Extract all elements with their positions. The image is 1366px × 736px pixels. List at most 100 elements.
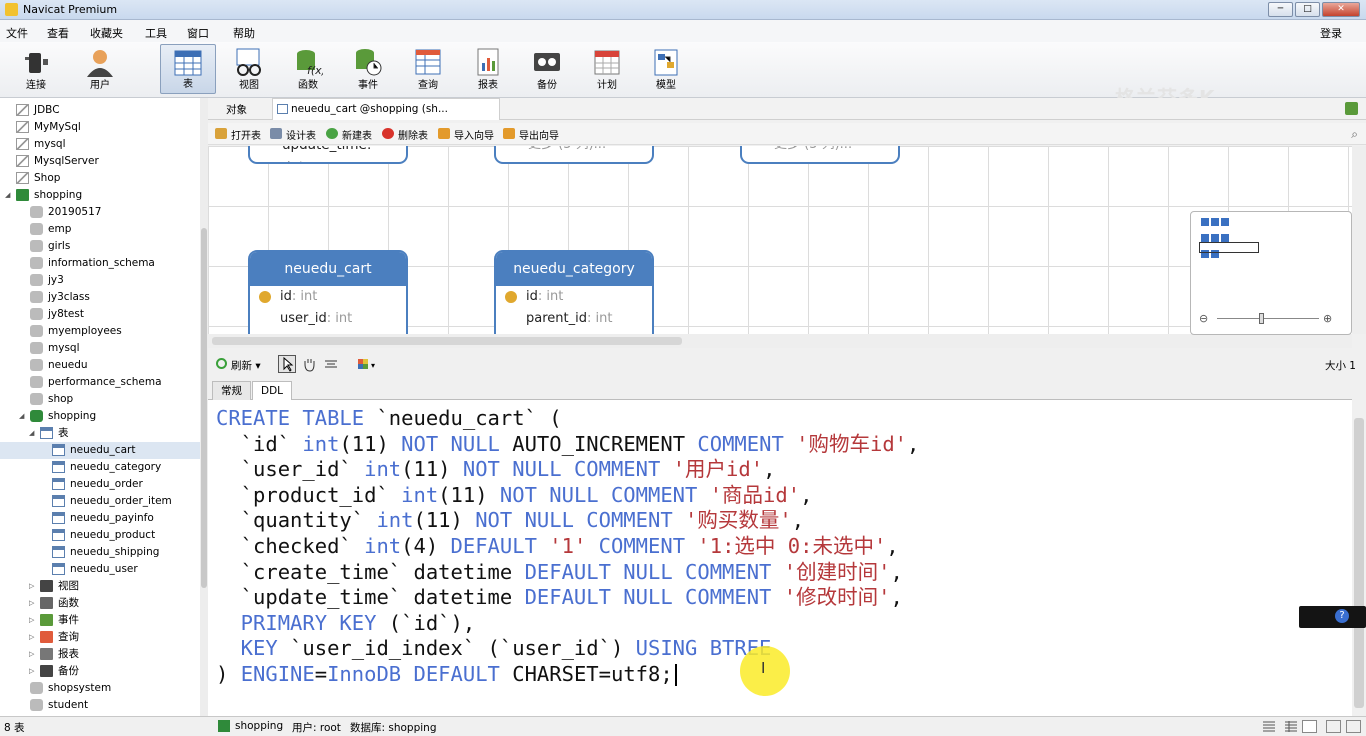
tab-ddl[interactable]: DDL: [252, 381, 293, 401]
zoom-in-icon[interactable]: ⊕: [1323, 312, 1332, 325]
sidebar-item[interactable]: MyMySql: [0, 119, 200, 136]
model-button[interactable]: 模型: [638, 44, 694, 94]
schedule-button[interactable]: 计划: [579, 44, 635, 94]
list-view-icon[interactable]: [1262, 720, 1277, 733]
sidebar-item[interactable]: neuedu_payinfo: [0, 510, 200, 527]
panel-view-2-icon[interactable]: [1346, 720, 1361, 733]
sidebar-item[interactable]: shop: [0, 391, 200, 408]
user-button[interactable]: 用户: [72, 44, 128, 94]
sidebar-item[interactable]: ◢ shopping: [0, 408, 200, 425]
login-link[interactable]: 登录: [1320, 25, 1342, 41]
import-wizard-button[interactable]: 导入向导: [438, 127, 494, 142]
sidebar-scrollbar[interactable]: [200, 98, 208, 716]
canvas-vertical-scrollbar[interactable]: [1352, 146, 1366, 334]
sidebar-item[interactable]: mysql: [0, 136, 200, 153]
floating-help-control[interactable]: ?: [1299, 606, 1366, 628]
sidebar-item[interactable]: information_schema: [0, 255, 200, 272]
sidebar-item[interactable]: shopsystem: [0, 680, 200, 697]
backup-button[interactable]: 备份: [519, 44, 575, 94]
menu-favorites[interactable]: 收藏夹: [90, 25, 123, 41]
menu-view[interactable]: 查看: [47, 25, 69, 41]
tab-general[interactable]: 常规: [212, 381, 251, 400]
sidebar-item[interactable]: neuedu_order: [0, 476, 200, 493]
sidebar-item[interactable]: ▷ 备份: [0, 663, 200, 680]
pointer-tool[interactable]: [278, 355, 296, 373]
zoom-size-label[interactable]: 大小 1: [1325, 358, 1356, 373]
er-diagram-canvas[interactable]: update_time: dat... 更多 (5 列)... 更多 (5 列)…: [208, 146, 1352, 334]
tab-neuedu-cart[interactable]: neuedu_cart @shopping (sh...: [272, 98, 500, 120]
sidebar-item[interactable]: ▷ 函数: [0, 595, 200, 612]
ddl-scrollbar[interactable]: [1352, 378, 1366, 716]
color-tool[interactable]: ▾: [356, 355, 375, 373]
menu-help[interactable]: 帮助: [233, 25, 255, 41]
query-button[interactable]: 查询: [400, 44, 456, 94]
sidebar-item[interactable]: neuedu_cart: [0, 442, 200, 459]
sidebar-item[interactable]: ◢ 表: [0, 425, 200, 442]
delete-table-button[interactable]: 删除表: [382, 127, 428, 142]
expander-icon[interactable]: ▷: [29, 629, 34, 646]
layout-tool[interactable]: [322, 355, 340, 373]
er-table-neuedu-cart[interactable]: neuedu_cart id: int user_id: int: [248, 250, 408, 334]
expander-icon[interactable]: ▷: [29, 595, 34, 612]
canvas-horizontal-scrollbar[interactable]: [208, 334, 1352, 348]
zoom-slider[interactable]: ⊖ ⊕: [1199, 312, 1345, 326]
expander-icon[interactable]: ▷: [29, 578, 34, 595]
report-button[interactable]: 报表: [460, 44, 516, 94]
tab-objects[interactable]: 对象: [226, 102, 247, 117]
menu-file[interactable]: 文件: [6, 25, 28, 41]
event-button[interactable]: 事件: [340, 44, 396, 94]
sidebar-item[interactable]: neuedu: [0, 357, 200, 374]
sidebar-item[interactable]: jy3: [0, 272, 200, 289]
maximize-button[interactable]: □: [1295, 2, 1320, 17]
zoom-out-icon[interactable]: ⊖: [1199, 312, 1208, 325]
expander-icon[interactable]: ▷: [29, 612, 34, 629]
connect-button[interactable]: 连接: [8, 44, 64, 94]
sidebar-item[interactable]: neuedu_product: [0, 527, 200, 544]
expander-icon[interactable]: ◢: [19, 408, 24, 425]
sidebar-item[interactable]: student: [0, 697, 200, 714]
sidebar-item[interactable]: neuedu_user: [0, 561, 200, 578]
sidebar-item[interactable]: neuedu_order_item: [0, 493, 200, 510]
er-table-fragment[interactable]: 更多 (5 列)...: [740, 146, 900, 164]
er-table-neuedu-category[interactable]: neuedu_category id: int parent_id: int: [494, 250, 654, 334]
search-icon[interactable]: ⌕: [1351, 127, 1358, 142]
function-button[interactable]: f(x) 函数: [280, 44, 336, 94]
sidebar-item[interactable]: emp: [0, 221, 200, 238]
sidebar-item[interactable]: jy3class: [0, 289, 200, 306]
expander-icon[interactable]: ▷: [29, 663, 34, 680]
sidebar-item[interactable]: ◢ shopping: [0, 187, 200, 204]
export-wizard-button[interactable]: 导出向导: [503, 127, 559, 142]
sidebar-item[interactable]: 20190517: [0, 204, 200, 221]
sidebar-item[interactable]: myemployees: [0, 323, 200, 340]
add-tab-icon[interactable]: [1345, 102, 1358, 115]
refresh-button[interactable]: 刷新 ▾: [216, 358, 261, 373]
menu-tools[interactable]: 工具: [145, 25, 167, 41]
sidebar-item[interactable]: ▷ 报表: [0, 646, 200, 663]
sidebar-item[interactable]: ▷ 事件: [0, 612, 200, 629]
sidebar-item[interactable]: neuedu_shipping: [0, 544, 200, 561]
expander-icon[interactable]: ◢: [29, 425, 34, 442]
expander-icon[interactable]: ▷: [29, 646, 34, 663]
er-table-fragment[interactable]: update_time: dat...: [248, 146, 408, 164]
sidebar-item[interactable]: Shop: [0, 170, 200, 187]
sidebar-item[interactable]: MysqlServer: [0, 153, 200, 170]
sidebar-item[interactable]: mysql: [0, 340, 200, 357]
hand-tool[interactable]: [300, 355, 318, 373]
sidebar-item[interactable]: JDBC: [0, 102, 200, 119]
minimap[interactable]: ⊖ ⊕: [1190, 211, 1352, 335]
menu-window[interactable]: 窗口: [187, 25, 209, 41]
sidebar-item[interactable]: neuedu_category: [0, 459, 200, 476]
minimize-button[interactable]: ─: [1268, 2, 1293, 17]
open-table-button[interactable]: 打开表: [215, 127, 261, 142]
sidebar-item[interactable]: jy8test: [0, 306, 200, 323]
sidebar-item[interactable]: ▷ 视图: [0, 578, 200, 595]
new-table-button[interactable]: 新建表: [326, 127, 372, 142]
sidebar-item[interactable]: girls: [0, 238, 200, 255]
panel-view-icon[interactable]: [1326, 720, 1341, 733]
close-button[interactable]: ✕: [1322, 2, 1360, 17]
er-view-icon[interactable]: [1302, 720, 1317, 733]
expander-icon[interactable]: ◢: [5, 187, 10, 204]
table-button[interactable]: 表: [160, 44, 216, 94]
view-button[interactable]: 视图: [221, 44, 277, 94]
minimap-viewport[interactable]: [1199, 242, 1259, 253]
